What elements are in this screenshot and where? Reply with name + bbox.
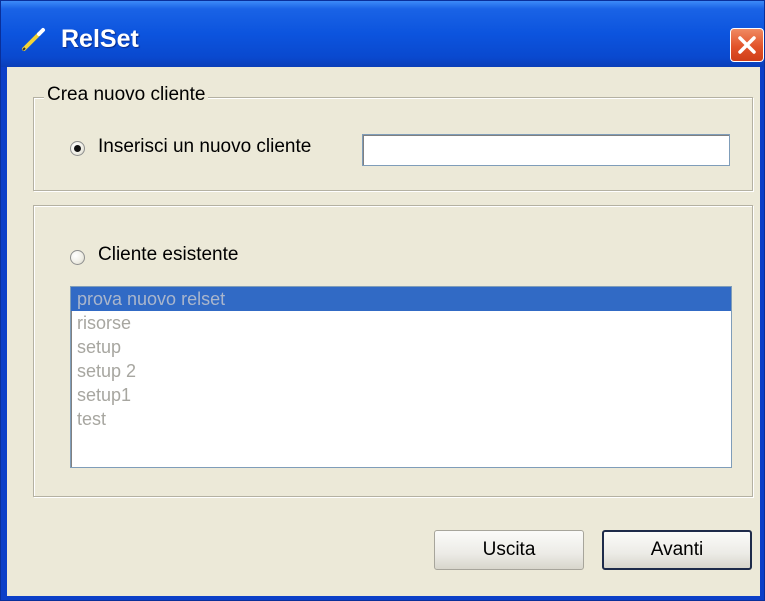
close-button[interactable]: [730, 28, 764, 62]
next-button[interactable]: Avanti: [602, 530, 752, 570]
existing-client-radio-label[interactable]: Cliente esistente: [98, 244, 238, 266]
radio-checked-dot: [74, 145, 81, 152]
client-list-item[interactable]: setup: [71, 335, 731, 359]
window-title: RelSet: [61, 25, 139, 53]
new-client-name-input[interactable]: [362, 134, 730, 166]
existing-client-group: Cliente esistente prova nuovo relset ris…: [33, 205, 753, 497]
relset-window: RelSet Crea nuovo cliente Inserisci un n…: [0, 0, 765, 601]
client-listbox[interactable]: prova nuovo relset risorse setup setup 2…: [70, 286, 732, 468]
new-client-radio-label[interactable]: Inserisci un nuovo cliente: [98, 136, 311, 158]
new-client-legend: Crea nuovo cliente: [44, 84, 209, 106]
exit-button[interactable]: Uscita: [434, 530, 584, 570]
dialog-body: Crea nuovo cliente Inserisci un nuovo cl…: [7, 67, 760, 596]
client-list-item[interactable]: setup 2: [71, 359, 731, 383]
new-client-group: Crea nuovo cliente Inserisci un nuovo cl…: [33, 84, 753, 191]
pencil-icon: [22, 28, 45, 51]
client-list-item[interactable]: test: [71, 407, 731, 431]
existing-client-radio[interactable]: [70, 250, 85, 265]
title-bar[interactable]: RelSet: [1, 1, 764, 67]
client-list-item[interactable]: prova nuovo relset: [71, 287, 731, 311]
client-list-item[interactable]: risorse: [71, 311, 731, 335]
close-icon: [738, 36, 756, 54]
client-list-item[interactable]: setup1: [71, 383, 731, 407]
new-client-radio[interactable]: [70, 141, 85, 156]
